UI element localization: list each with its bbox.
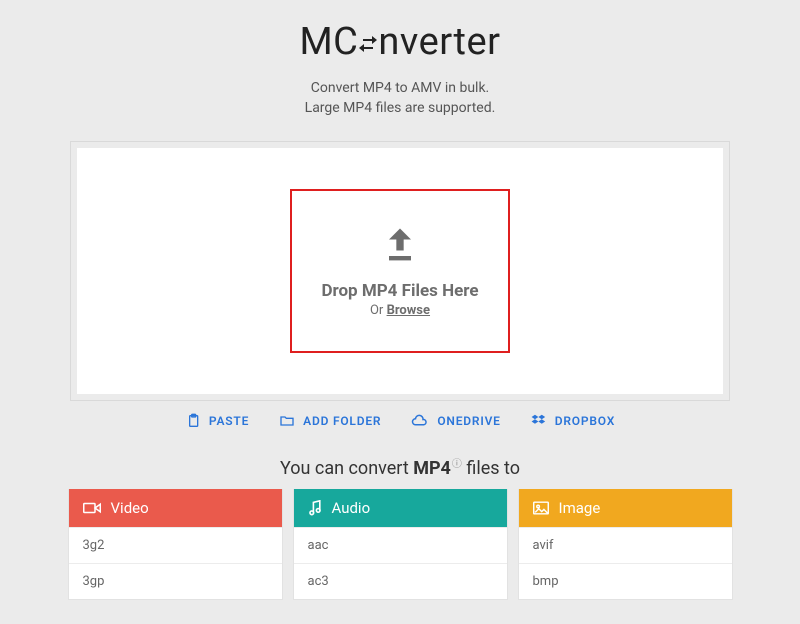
category-image: Image avif bmp xyxy=(518,489,733,600)
folder-icon xyxy=(279,413,295,429)
list-item[interactable]: ac3 xyxy=(294,563,507,599)
add-folder-label: ADD FOLDER xyxy=(303,414,381,428)
dropzone-subtitle: Or Browse xyxy=(370,303,430,318)
category-audio-label: Audio xyxy=(332,499,371,517)
uploader-panel[interactable]: Drop MP4 Files Here Or Browse xyxy=(77,148,723,394)
category-audio-header[interactable]: Audio xyxy=(294,489,507,527)
browse-link[interactable]: Browse xyxy=(387,303,430,318)
list-item[interactable]: aac xyxy=(294,527,507,563)
paste-label: PASTE xyxy=(209,414,249,428)
list-item[interactable]: 3gp xyxy=(69,563,282,599)
category-image-list: avif bmp xyxy=(519,527,732,599)
convert-post: files to xyxy=(462,458,520,479)
dropbox-label: DROPBOX xyxy=(555,414,615,428)
uploader-container: Drop MP4 Files Here Or Browse xyxy=(70,141,730,401)
category-video-label: Video xyxy=(111,499,149,517)
clipboard-icon xyxy=(185,413,201,429)
convert-pre: You can convert xyxy=(280,458,413,479)
cloud-icon xyxy=(411,413,429,429)
convert-format: MP4 xyxy=(413,458,451,479)
list-item[interactable]: bmp xyxy=(519,563,732,599)
drop-zone[interactable]: Drop MP4 Files Here Or Browse xyxy=(290,189,510,353)
dropzone-or-text: Or xyxy=(370,303,387,318)
category-video: Video 3g2 3gp xyxy=(68,489,283,600)
category-audio-list: aac ac3 xyxy=(294,527,507,599)
category-video-list: 3g2 3gp xyxy=(69,527,282,599)
dropbox-icon xyxy=(531,413,547,429)
subtitle-line2: Large MP4 files are supported. xyxy=(305,100,496,116)
add-folder-button[interactable]: ADD FOLDER xyxy=(279,413,381,429)
category-row: Video 3g2 3gp Audio aac ac3 Image xyxy=(68,489,733,600)
onedrive-button[interactable]: ONEDRIVE xyxy=(411,413,500,429)
category-image-label: Image xyxy=(559,499,601,517)
image-icon xyxy=(533,501,549,515)
list-item[interactable]: 3g2 xyxy=(69,527,282,563)
paste-button[interactable]: PASTE xyxy=(185,413,249,429)
category-video-header[interactable]: Video xyxy=(69,489,282,527)
brand-text-pre: MC xyxy=(300,20,359,64)
category-image-header[interactable]: Image xyxy=(519,489,732,527)
list-item[interactable]: avif xyxy=(519,527,732,563)
video-icon xyxy=(83,501,101,515)
page-title: MC nverter xyxy=(0,0,800,64)
music-icon xyxy=(308,500,322,516)
convert-heading: You can convert MP4ⓘ files to xyxy=(0,455,800,479)
upload-sources-bar: PASTE ADD FOLDER ONEDRIVE DROPBOX xyxy=(70,413,730,429)
dropzone-title: Drop MP4 Files Here xyxy=(321,281,478,301)
subtitle-line1: Convert MP4 to AMV in bulk. xyxy=(311,80,490,96)
info-icon[interactable]: ⓘ xyxy=(452,459,462,470)
upload-icon xyxy=(378,223,422,267)
page-subtitle: Convert MP4 to AMV in bulk. Large MP4 fi… xyxy=(0,78,800,119)
brand-text-post: nverter xyxy=(378,20,500,64)
category-audio: Audio aac ac3 xyxy=(293,489,508,600)
swap-icon xyxy=(356,32,380,56)
onedrive-label: ONEDRIVE xyxy=(437,414,500,428)
dropbox-button[interactable]: DROPBOX xyxy=(531,413,615,429)
